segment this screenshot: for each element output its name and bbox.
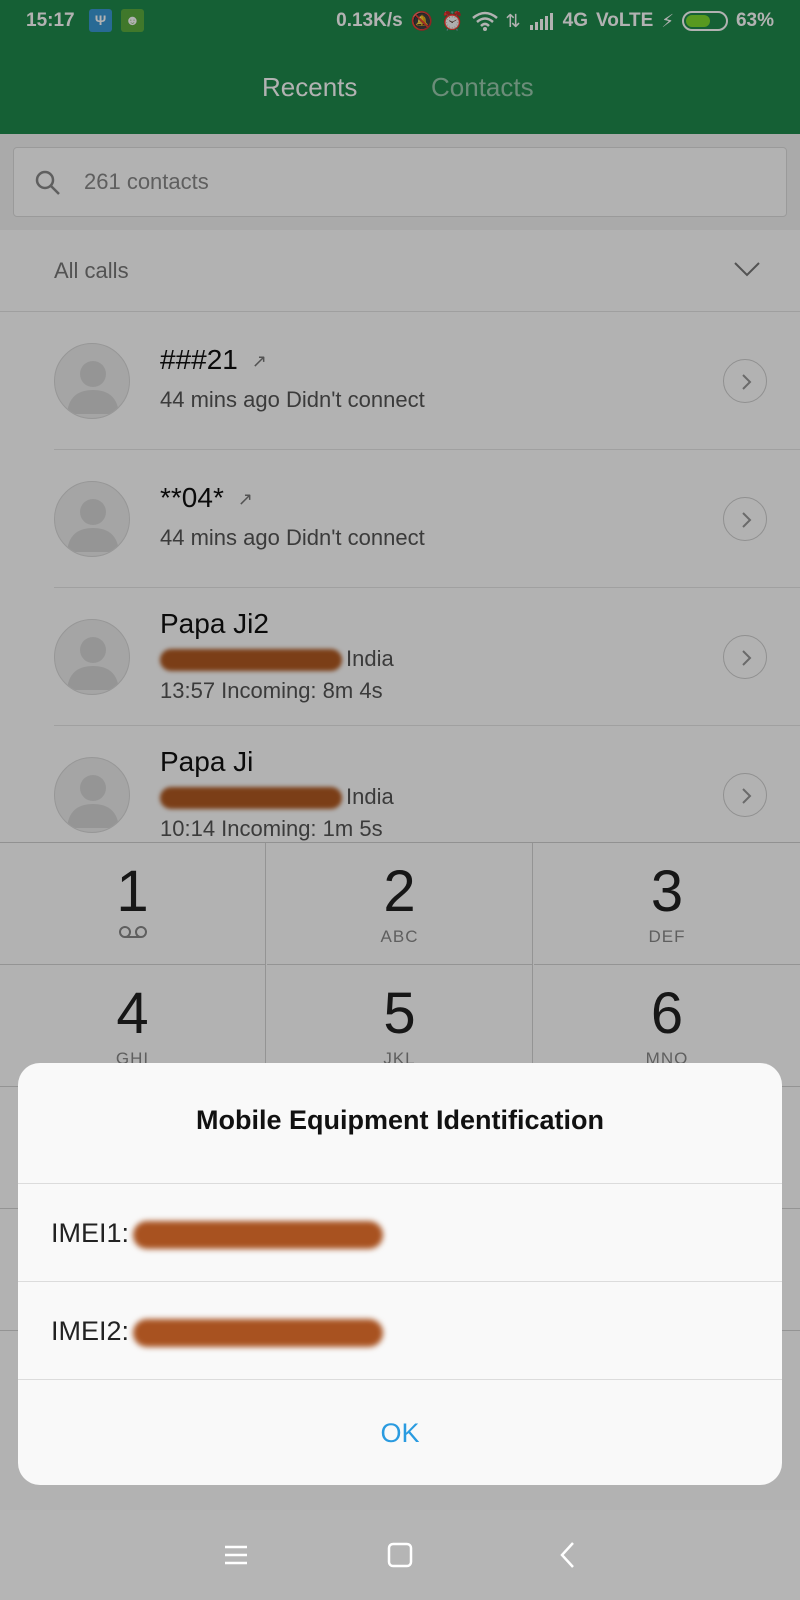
imei2-text: IMEI2: bbox=[51, 1316, 384, 1347]
imei1-label: IMEI1: bbox=[51, 1218, 130, 1248]
redacted-imei1 bbox=[133, 1220, 384, 1249]
imei1-text: IMEI1: bbox=[51, 1218, 384, 1249]
redacted-imei2 bbox=[133, 1318, 384, 1347]
navigation-bar bbox=[0, 1510, 800, 1600]
dialog-title: Mobile Equipment Identification bbox=[196, 1105, 604, 1135]
home-icon[interactable] bbox=[383, 1538, 417, 1572]
imei2-label: IMEI2: bbox=[51, 1316, 130, 1346]
imei2-row: IMEI2: bbox=[18, 1281, 782, 1379]
imei-dialog: Mobile Equipment Identification IMEI1: I… bbox=[18, 1063, 782, 1485]
ok-button[interactable]: OK bbox=[18, 1379, 782, 1485]
back-icon[interactable] bbox=[552, 1538, 586, 1572]
menu-icon[interactable] bbox=[219, 1538, 253, 1572]
imei1-row: IMEI1: bbox=[18, 1183, 782, 1281]
